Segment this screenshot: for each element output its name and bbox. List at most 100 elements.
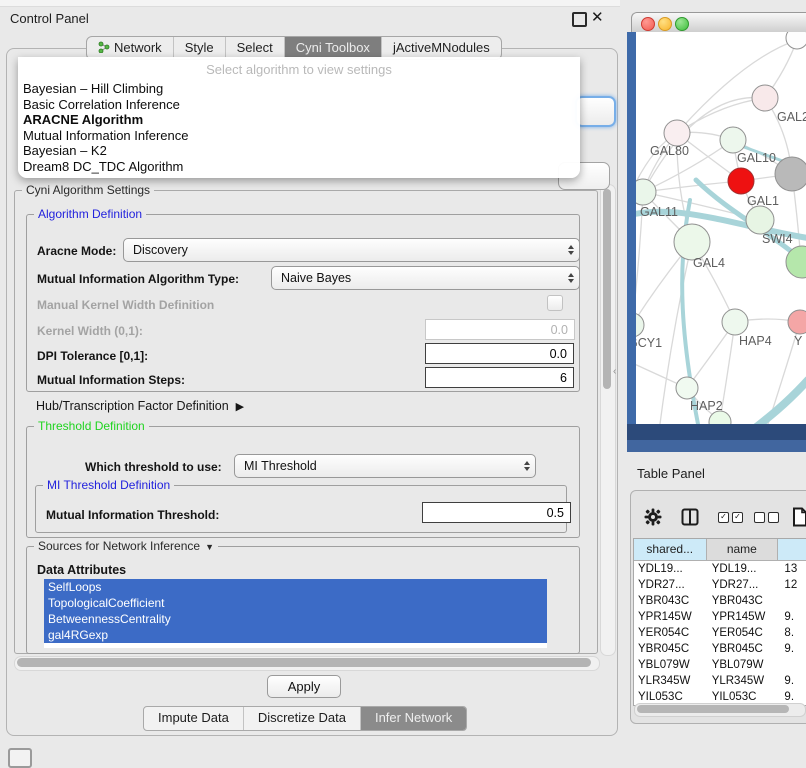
table-cell[interactable]: YDL19...	[634, 561, 707, 577]
table-cell[interactable]: YDL19...	[707, 561, 780, 577]
list-item-selected[interactable]: BetweennessCentrality	[44, 611, 547, 627]
apply-button[interactable]: Apply	[267, 675, 341, 698]
network-node-gal2[interactable]	[752, 85, 778, 111]
network-node-gal80[interactable]	[664, 120, 690, 146]
network-edge[interactable]	[750, 380, 806, 424]
tab-infer-network[interactable]: Infer Network	[361, 707, 466, 730]
manual-kernel-width-checkbox[interactable]	[547, 295, 563, 311]
table-cell[interactable]: YER054C	[707, 625, 780, 641]
split-columns-icon[interactable]	[681, 508, 699, 526]
network-node-gcy1[interactable]	[636, 313, 644, 337]
settings-horizontal-scrollbar[interactable]	[14, 656, 600, 671]
list-item-selected[interactable]: TopologicalCoefficient	[44, 595, 547, 611]
network-node-gal4[interactable]	[674, 224, 710, 260]
list-item-selected[interactable]: SelfLoops	[44, 579, 547, 595]
settings-vertical-scrollbar[interactable]	[600, 184, 616, 656]
list-item-selected[interactable]: gal4RGexp	[44, 627, 547, 643]
table-cell[interactable]: YPR145W	[634, 609, 707, 625]
tab-style[interactable]: Style	[174, 37, 226, 59]
table-cell[interactable]: YER054C	[634, 625, 707, 641]
float-panel-icon[interactable]	[572, 12, 587, 27]
table-cell[interactable]: YLR345W	[707, 673, 780, 689]
dropdown-item[interactable]: Dream8 DC_TDC Algorithm	[18, 159, 580, 175]
network-edge[interactable]	[677, 98, 765, 133]
minimize-traffic-light-icon[interactable]	[658, 17, 672, 31]
table-cell[interactable]: YDR27...	[707, 577, 780, 593]
table-row[interactable]: YBL079WYBL079W	[634, 657, 806, 673]
dropdown-item[interactable]: Basic Correlation Inference	[18, 97, 580, 113]
column-header-name[interactable]: name	[707, 539, 779, 560]
table-cell[interactable]: 9.	[779, 609, 806, 625]
zoom-traffic-light-icon[interactable]	[675, 17, 689, 31]
new-table-icon[interactable]	[792, 507, 806, 527]
tab-impute-data[interactable]: Impute Data	[144, 707, 244, 730]
table-cell[interactable]: YBR043C	[634, 593, 707, 609]
network-node-hap4[interactable]	[722, 309, 748, 335]
table-row[interactable]: YLR345WYLR345W9.	[634, 673, 806, 689]
deselect-all-columns-icon[interactable]	[754, 512, 782, 530]
table-cell[interactable]: 9.	[779, 641, 806, 657]
table-cell[interactable]: YBL079W	[634, 657, 707, 673]
mi-threshold-field[interactable]: 0.5	[422, 502, 571, 523]
network-node-y[interactable]	[788, 310, 806, 334]
dropdown-item[interactable]: Bayesian – K2	[18, 143, 580, 159]
hub-transcription-factor-expander[interactable]: Hub/Transcription Factor Definition▶	[36, 399, 244, 413]
table-row[interactable]: YPR145WYPR145W9.	[634, 609, 806, 625]
bottom-corner-widget[interactable]	[8, 748, 32, 768]
splitter-collapse-icon[interactable]: ‹	[613, 366, 616, 377]
table-cell[interactable]: 8.	[779, 625, 806, 641]
mi-algorithm-type-combobox[interactable]: Naive Bayes	[271, 266, 580, 290]
network-node-gal1[interactable]	[728, 168, 754, 194]
table-row[interactable]: YDR27...YDR27...12	[634, 577, 806, 593]
network-node[interactable]	[786, 32, 806, 49]
network-node-gal11[interactable]	[636, 179, 656, 205]
table-horizontal-scrollbar[interactable]	[634, 703, 806, 717]
column-header-partial[interactable]	[778, 539, 806, 560]
network-canvas[interactable]: GAL2GAL80GAL10GAL1GAL11SWI4GAL4GCY1HAP4Y…	[636, 32, 806, 424]
scrollbar-thumb[interactable]	[637, 705, 789, 713]
dropdown-item[interactable]: Mutual Information Inference	[18, 128, 580, 144]
table-cell[interactable]: YBL079W	[707, 657, 780, 673]
network-edge[interactable]	[643, 181, 741, 192]
scrollbar-thumb[interactable]	[603, 189, 611, 389]
table-cell[interactable]: YLR345W	[634, 673, 707, 689]
table-cell[interactable]: 13	[779, 561, 806, 577]
network-node-swi4[interactable]	[746, 206, 774, 234]
column-header-shared-name[interactable]: shared...	[634, 539, 707, 560]
network-node[interactable]	[775, 157, 806, 191]
table-cell[interactable]: YBR045C	[634, 641, 707, 657]
table-cell[interactable]	[779, 657, 806, 673]
network-node-gal10[interactable]	[720, 127, 746, 153]
table-cell[interactable]: YBR043C	[707, 593, 780, 609]
table-cell[interactable]: 12	[779, 577, 806, 593]
table-cell[interactable]	[779, 593, 806, 609]
tab-select[interactable]: Select	[226, 37, 285, 59]
table-cell[interactable]: YBR045C	[707, 641, 780, 657]
table-row[interactable]: YER054CYER054C8.	[634, 625, 806, 641]
tab-cyni-toolbox[interactable]: Cyni Toolbox	[285, 37, 382, 59]
tab-discretize-data[interactable]: Discretize Data	[244, 707, 361, 730]
tab-jactivemnodules[interactable]: jActiveMNodules	[382, 37, 501, 59]
table-cell[interactable]: YDR27...	[634, 577, 707, 593]
dropdown-item[interactable]: Bayesian – Hill Climbing	[18, 81, 580, 97]
sources-title[interactable]: Sources for Network Inference▼	[34, 539, 218, 553]
network-node-hap2[interactable]	[676, 377, 698, 399]
scrollbar-thumb[interactable]	[17, 658, 591, 667]
dropdown-item-highlighted[interactable]: ARACNE Algorithm	[18, 112, 580, 128]
dpi-tolerance-field[interactable]: 0.0	[425, 343, 574, 364]
data-attributes-list[interactable]: SelfLoops TopologicalCoefficient Between…	[44, 579, 547, 648]
table-row[interactable]: YBR043CYBR043C	[634, 593, 806, 609]
network-window-titlebar[interactable]	[631, 12, 806, 34]
table-row[interactable]: YDL19...YDL19...13	[634, 561, 806, 577]
gear-icon[interactable]	[644, 508, 662, 526]
close-traffic-light-icon[interactable]	[641, 17, 655, 31]
mi-steps-field[interactable]: 6	[425, 367, 574, 388]
table-cell[interactable]: 9.	[779, 673, 806, 689]
close-panel-icon[interactable]: ✕	[591, 8, 604, 26]
which-threshold-combobox[interactable]: MI Threshold	[234, 454, 536, 478]
table-row[interactable]: YBR045CYBR045C9.	[634, 641, 806, 657]
tab-network[interactable]: Network	[87, 37, 174, 59]
table-cell[interactable]: YPR145W	[707, 609, 780, 625]
select-all-columns-icon[interactable]: ✓✓	[718, 512, 746, 530]
aracne-mode-combobox[interactable]: Discovery	[123, 238, 580, 262]
